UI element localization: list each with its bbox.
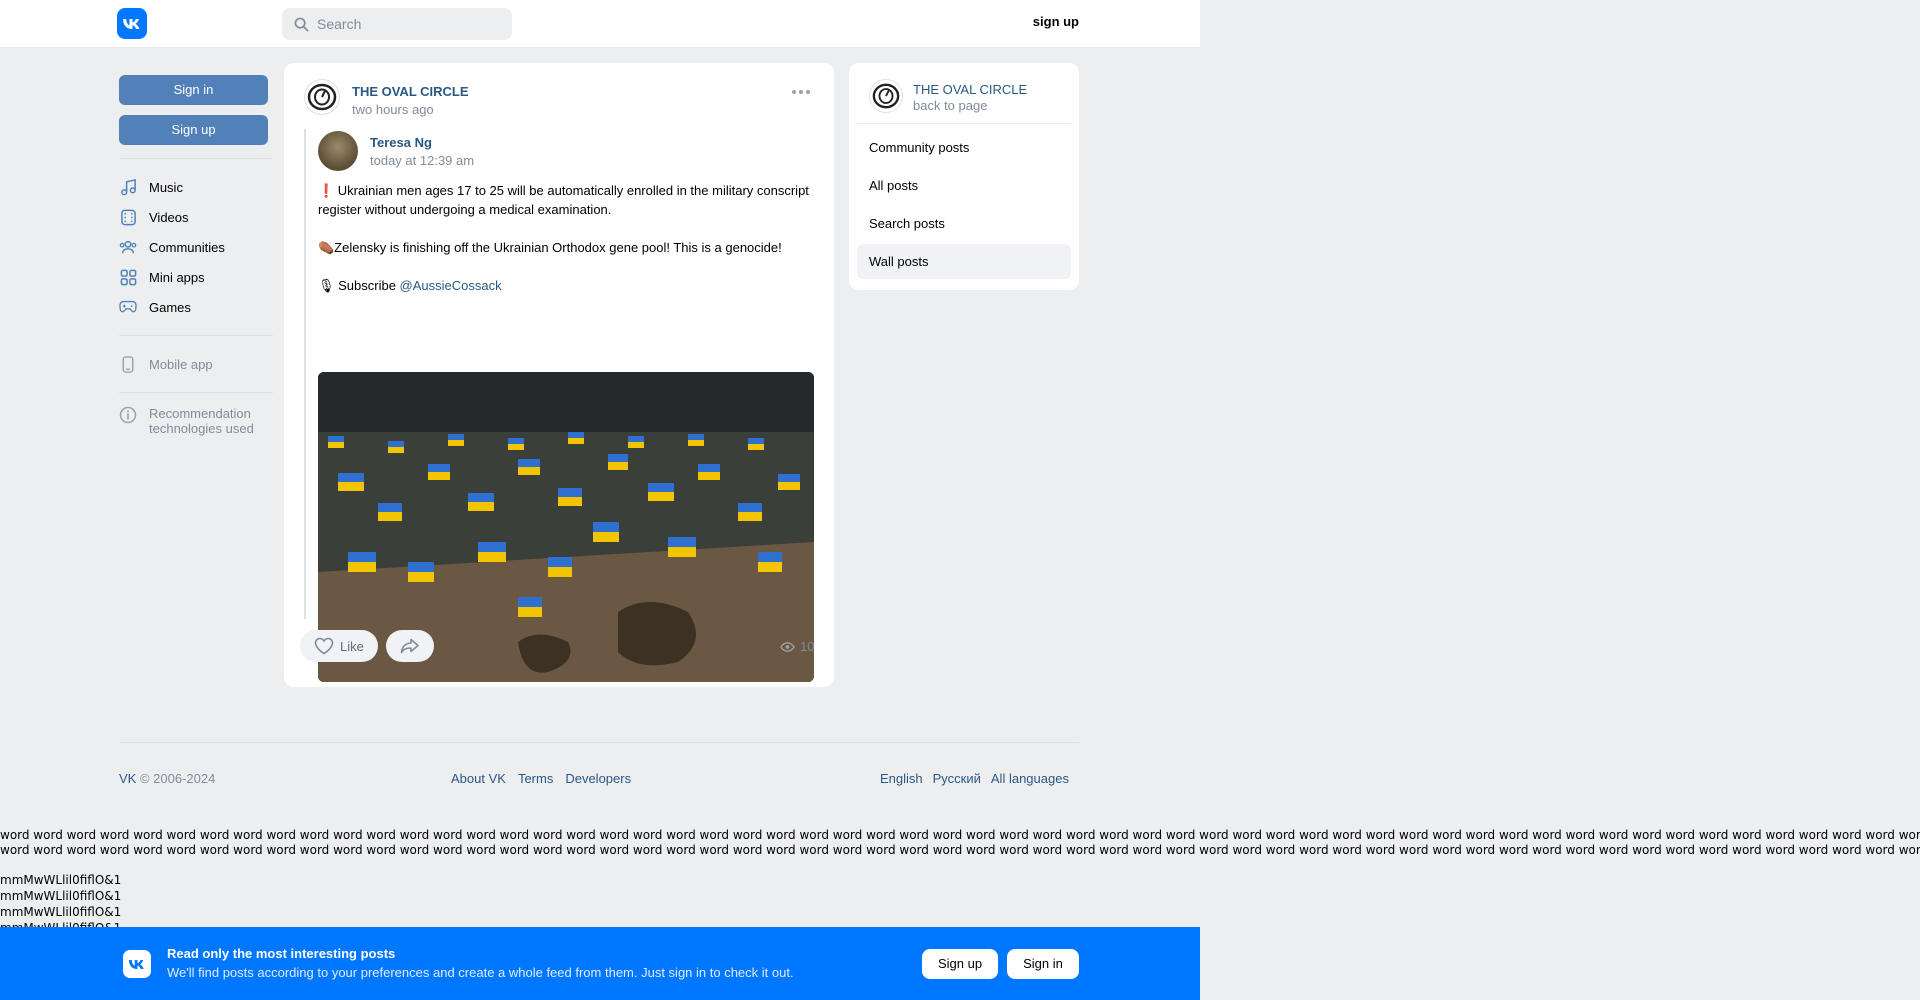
mention-link[interactable]: @AussieCossack <box>400 278 502 293</box>
font-test-lines: mmMwWLlil0fiflO&1 mmMwWLlil0fiflO&1 mmMw… <box>0 872 121 932</box>
sidebar-item-label: Games <box>149 299 191 315</box>
copyright: VK © 2006-2024 <box>119 771 215 786</box>
post-time[interactable]: two hours ago <box>352 102 469 117</box>
post-actions: Like <box>300 630 434 662</box>
vk-link[interactable]: VK <box>119 771 136 786</box>
views-number: 10 <box>800 639 815 654</box>
vk-logo-icon[interactable] <box>117 8 147 39</box>
filler-text: word word word word word word word word … <box>0 828 1920 858</box>
sidebar-item-music[interactable]: Music <box>119 172 273 202</box>
author-avatar[interactable] <box>318 131 358 171</box>
repost-time[interactable]: today at 12:39 am <box>370 153 474 168</box>
top-header: sign up <box>0 0 1200 48</box>
vk-logo-icon <box>123 950 151 978</box>
recommendation-label: Recommendation technologies used <box>149 406 254 436</box>
language-russian[interactable]: Русский <box>933 771 981 786</box>
community-avatar[interactable] <box>304 79 340 115</box>
heart-icon <box>314 637 334 655</box>
footer-links: About VK Terms Developers <box>451 771 631 786</box>
page-footer: VK © 2006-2024 About VK Terms Developers… <box>119 742 1079 792</box>
wall-post: THE OVAL CIRCLE two hours ago Teresa Ng … <box>284 63 834 687</box>
menu-community-posts[interactable]: Community posts <box>857 130 1071 165</box>
menu-wall-posts[interactable]: Wall posts <box>857 244 1071 279</box>
font-test-line: mmMwWLlil0fiflO&1 <box>0 873 122 887</box>
community-link[interactable]: THE OVAL CIRCLE back to page <box>857 79 1071 124</box>
subscribe-text: 🎙 Subscribe <box>318 278 400 293</box>
sidebar-item-games[interactable]: Games <box>119 292 273 322</box>
repost-author: Teresa Ng today at 12:39 am <box>318 131 814 171</box>
signup-button[interactable]: Sign up <box>119 115 268 145</box>
like-label: Like <box>340 638 364 654</box>
footer-link-developers[interactable]: Developers <box>565 771 631 786</box>
language-links: English Русский All languages <box>880 771 1069 786</box>
filler-line: word word word word word word word word … <box>0 843 1920 857</box>
phone-icon <box>119 355 137 373</box>
signin-banner: Read only the most interesting posts We'… <box>0 927 1200 1000</box>
views-count: 10 <box>780 639 814 654</box>
search-icon <box>294 17 309 31</box>
share-icon <box>400 638 419 654</box>
eye-icon <box>780 641 795 652</box>
video-icon <box>119 208 137 226</box>
community-avatar <box>869 79 903 113</box>
right-panel: THE OVAL CIRCLE back to page Community p… <box>849 63 1079 290</box>
sidebar-item-label: Mobile app <box>149 356 213 372</box>
info-icon <box>119 406 137 427</box>
post-paragraph: ❗ Ukrainian men ages 17 to 25 will be au… <box>318 183 809 217</box>
apps-icon <box>119 268 137 286</box>
header-signup-link[interactable]: sign up <box>1000 14 1079 29</box>
footer-link-about[interactable]: About VK <box>451 771 506 786</box>
banner-subtitle: We'll find posts according to your prefe… <box>167 965 794 980</box>
reposted-content: Teresa Ng today at 12:39 am ❗ Ukrainian … <box>304 129 814 682</box>
font-test-line: mmMwWLlil0fiflO&1 <box>0 905 122 919</box>
search-box[interactable] <box>282 8 512 40</box>
sidebar-item-label: Videos <box>149 209 189 225</box>
language-all[interactable]: All languages <box>991 771 1069 786</box>
sidebar-item-label: Communities <box>149 239 225 255</box>
community-name: THE OVAL CIRCLE <box>913 82 1028 97</box>
signin-button[interactable]: Sign in <box>119 75 268 105</box>
author-name[interactable]: Teresa Ng <box>370 135 474 150</box>
filler-line: word word word word word word word word … <box>0 828 1920 842</box>
copyright-text: © 2006-2024 <box>136 771 216 786</box>
post-header: THE OVAL CIRCLE two hours ago <box>304 79 469 117</box>
back-to-page: back to page <box>913 98 988 113</box>
sidebar-item-videos[interactable]: Videos <box>119 202 273 232</box>
recommendation-info[interactable]: Recommendation technologies used <box>119 406 273 436</box>
divider <box>119 392 273 393</box>
language-english[interactable]: English <box>880 771 923 786</box>
menu-search-posts[interactable]: Search posts <box>857 206 1071 241</box>
sidebar-item-label: Music <box>149 179 183 195</box>
banner-title: Read only the most interesting posts <box>167 946 396 961</box>
menu-all-posts[interactable]: All posts <box>857 168 1071 203</box>
sidebar-item-mobile-app[interactable]: Mobile app <box>119 349 273 379</box>
gamepad-icon <box>119 298 137 316</box>
divider <box>119 335 273 336</box>
banner-signup-button[interactable]: Sign up <box>922 949 998 979</box>
divider <box>119 158 273 159</box>
post-paragraph: 🎙 Subscribe @AussieCossack <box>318 276 814 295</box>
banner-signin-button[interactable]: Sign in <box>1007 949 1079 979</box>
more-options-icon[interactable] <box>792 87 812 97</box>
communities-icon <box>119 238 137 256</box>
sidebar-item-label: Mini apps <box>149 269 205 285</box>
search-input[interactable] <box>317 16 497 32</box>
font-test-line: mmMwWLlil0fiflO&1 <box>0 889 122 903</box>
share-button[interactable] <box>385 630 434 662</box>
post-paragraph: ⚰️Zelensky is finishing off the Ukrainia… <box>318 240 782 255</box>
post-text: ❗ Ukrainian men ages 17 to 25 will be au… <box>318 181 814 295</box>
like-button[interactable]: Like <box>300 630 378 662</box>
music-icon <box>119 178 137 196</box>
sidebar-item-communities[interactable]: Communities <box>119 232 273 262</box>
community-name[interactable]: THE OVAL CIRCLE <box>352 84 469 99</box>
left-sidebar: Sign in Sign up Music Videos Communities… <box>119 75 273 436</box>
footer-link-terms[interactable]: Terms <box>518 771 553 786</box>
sidebar-item-mini-apps[interactable]: Mini apps <box>119 262 273 292</box>
